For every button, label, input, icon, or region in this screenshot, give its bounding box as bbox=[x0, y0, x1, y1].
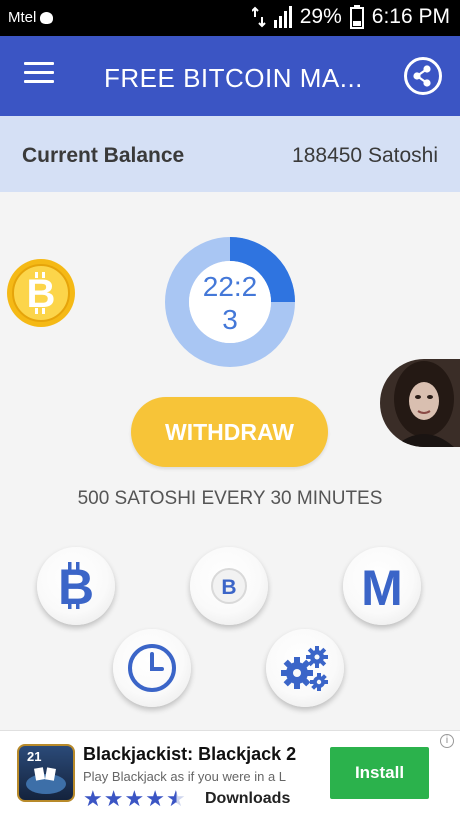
timer-text-line2: 3 bbox=[222, 304, 238, 335]
app-title: FREE BITCOIN MA... bbox=[104, 63, 363, 93]
letter-m-button[interactable]: M bbox=[343, 547, 421, 625]
notification-icon bbox=[40, 11, 54, 24]
balance-value: 188450 Satoshi bbox=[292, 144, 438, 167]
svg-text:B: B bbox=[27, 272, 56, 316]
bitcoin-gold-coin-icon[interactable]: B bbox=[6, 258, 76, 328]
clock-time: 6:16 PM bbox=[371, 5, 450, 28]
svg-text:M: M bbox=[361, 560, 403, 616]
status-bar: Mtel 29% 6:16 PM bbox=[0, 0, 460, 36]
bitcoin-b-button[interactable]: B bbox=[37, 547, 115, 625]
reward-tagline: 500 SATOSHI EVERY 30 MINUTES bbox=[77, 488, 383, 509]
ad-downloads-label: Downloads bbox=[205, 790, 291, 807]
carrier: Mtel bbox=[8, 9, 54, 26]
status-right: 29% 6:16 PM bbox=[251, 5, 450, 29]
app-bar: FREE BITCOIN MA... bbox=[0, 36, 460, 116]
star-icon: ★ bbox=[145, 786, 166, 811]
profile-avatar[interactable] bbox=[380, 359, 460, 447]
hamburger-menu-icon[interactable] bbox=[24, 62, 54, 90]
balance-label: Current Balance bbox=[22, 144, 185, 167]
battery-icon bbox=[349, 5, 364, 29]
balance-bar: Current Balance 188450 Satoshi bbox=[0, 116, 460, 192]
carrier-name: Mtel bbox=[8, 9, 37, 26]
gears-icon bbox=[281, 646, 328, 691]
ad-info-icon[interactable]: i bbox=[440, 734, 454, 748]
clock-button[interactable] bbox=[113, 629, 191, 707]
star-icon: ★ bbox=[124, 786, 146, 811]
gears-button[interactable] bbox=[266, 629, 344, 707]
ad-rating-stars: ★★★★★ bbox=[83, 786, 187, 812]
ad-title[interactable]: Blackjackist: Blackjack 2 bbox=[83, 744, 296, 765]
half-star-icon: ★ bbox=[165, 786, 187, 811]
timer-text-line1: 22:2 bbox=[202, 271, 258, 302]
svg-text:B: B bbox=[221, 576, 236, 599]
ad-app-icon-number: 21 bbox=[27, 749, 42, 764]
ad-banner[interactable]: 21 Blackjackist: Blackjack 2 Play Blackj… bbox=[0, 730, 460, 818]
ad-install-button[interactable]: Install bbox=[330, 747, 429, 799]
avatar-photo bbox=[380, 359, 460, 447]
timer-text: 22:2 3 bbox=[165, 270, 295, 336]
clock-icon bbox=[128, 644, 176, 692]
star-icon: ★ bbox=[83, 786, 104, 811]
share-icon[interactable] bbox=[404, 57, 442, 95]
bitcoin-coin-icon: B bbox=[211, 568, 247, 604]
bitcoin-b-icon: B bbox=[58, 559, 94, 615]
withdraw-button[interactable]: WITHDRAW bbox=[131, 397, 328, 467]
ad-app-icon[interactable]: 21 bbox=[17, 744, 75, 802]
signal-icon bbox=[273, 6, 292, 28]
ad-description: Play Blackjack as if you were in a L bbox=[83, 769, 287, 784]
battery-percent: 29% bbox=[299, 5, 342, 28]
bitcoin-coin-button[interactable]: B bbox=[190, 547, 268, 625]
letter-m-icon: M bbox=[361, 560, 403, 616]
data-arrows-icon bbox=[251, 6, 266, 28]
star-icon: ★ bbox=[103, 786, 125, 811]
